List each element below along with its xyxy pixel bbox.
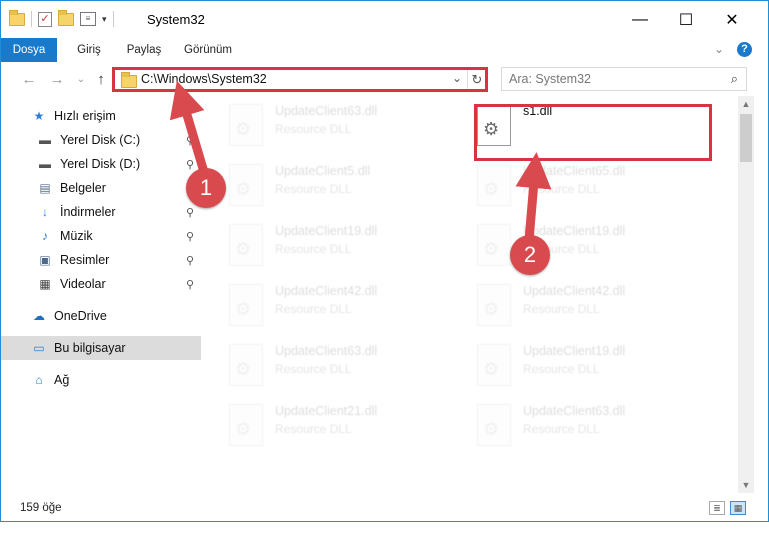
step-1-badge: 1 [186, 168, 226, 208]
annotation-arrows [169, 80, 552, 241]
arrow-1 [169, 80, 209, 174]
arrow-2 [515, 152, 552, 241]
step-2-badge: 2 [510, 235, 550, 275]
